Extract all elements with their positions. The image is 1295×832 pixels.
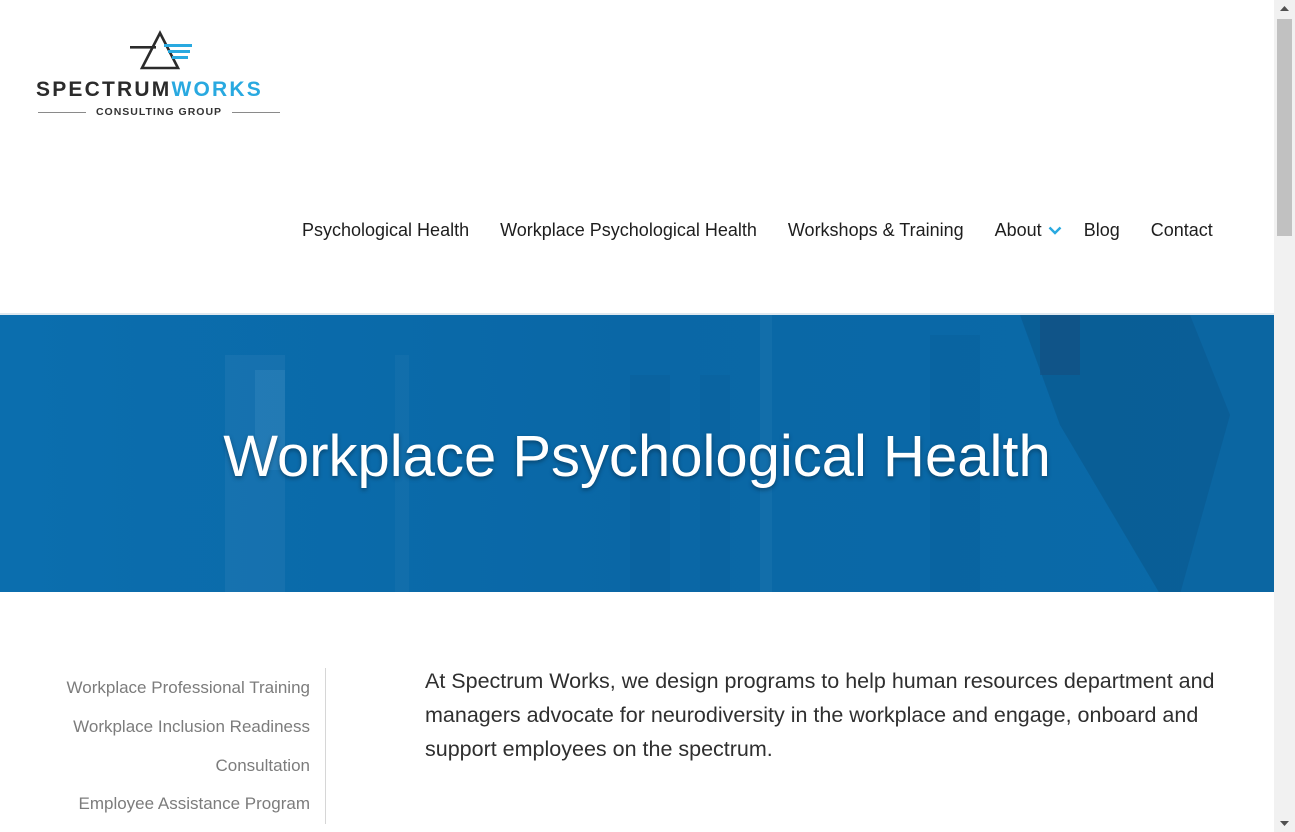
hero-banner: Workplace Psychological Health — [0, 313, 1274, 592]
sidebar-menu: Workplace Professional Training Workplac… — [0, 668, 326, 824]
spectrum-works-logo[interactable]: SPECTRUMWORKS CONSULTING GROUP — [34, 30, 284, 122]
triangle-speed-icon — [130, 30, 192, 70]
page-title: Workplace Psychological Health — [223, 424, 1051, 489]
gear-icon: O — [193, 78, 213, 101]
vertical-scrollbar[interactable] — [1274, 0, 1295, 832]
sidebar-item-consultation[interactable]: Consultation — [215, 756, 310, 776]
nav-about-label: About — [994, 220, 1042, 240]
sidebar-item-workplace-professional-training[interactable]: Workplace Professional Training — [67, 678, 310, 698]
logo-wordmark: SPECTRUMWORKS — [36, 78, 263, 101]
nav-psychological-health[interactable]: Psychological Health — [302, 216, 469, 244]
scrollbar-thumb[interactable] — [1277, 19, 1292, 236]
nav-about[interactable]: About — [995, 216, 1062, 244]
arrow-up-icon[interactable] — [1274, 0, 1295, 17]
nav-contact[interactable]: Contact — [1151, 216, 1213, 244]
nav-workshops-training[interactable]: Workshops & Training — [788, 216, 964, 244]
chevron-down-icon[interactable] — [1048, 226, 1062, 235]
main-nav: Psychological Health Workplace Psycholog… — [302, 216, 1213, 244]
arrow-down-icon[interactable] — [1274, 815, 1295, 832]
intro-paragraph: At Spectrum Works, we design programs to… — [425, 669, 1215, 761]
logo-subtitle: CONSULTING GROUP — [38, 106, 280, 118]
nav-blog[interactable]: Blog — [1084, 216, 1120, 244]
sidebar-item-employee-assistance-program[interactable]: Employee Assistance Program — [79, 794, 311, 814]
site-header: SPECTRUMWORKS CONSULTING GROUP Psycholog… — [0, 0, 1274, 313]
sidebar-item-workplace-inclusion-readiness[interactable]: Workplace Inclusion Readiness — [73, 717, 310, 737]
nav-workplace-psychological-health[interactable]: Workplace Psychological Health — [500, 216, 757, 244]
